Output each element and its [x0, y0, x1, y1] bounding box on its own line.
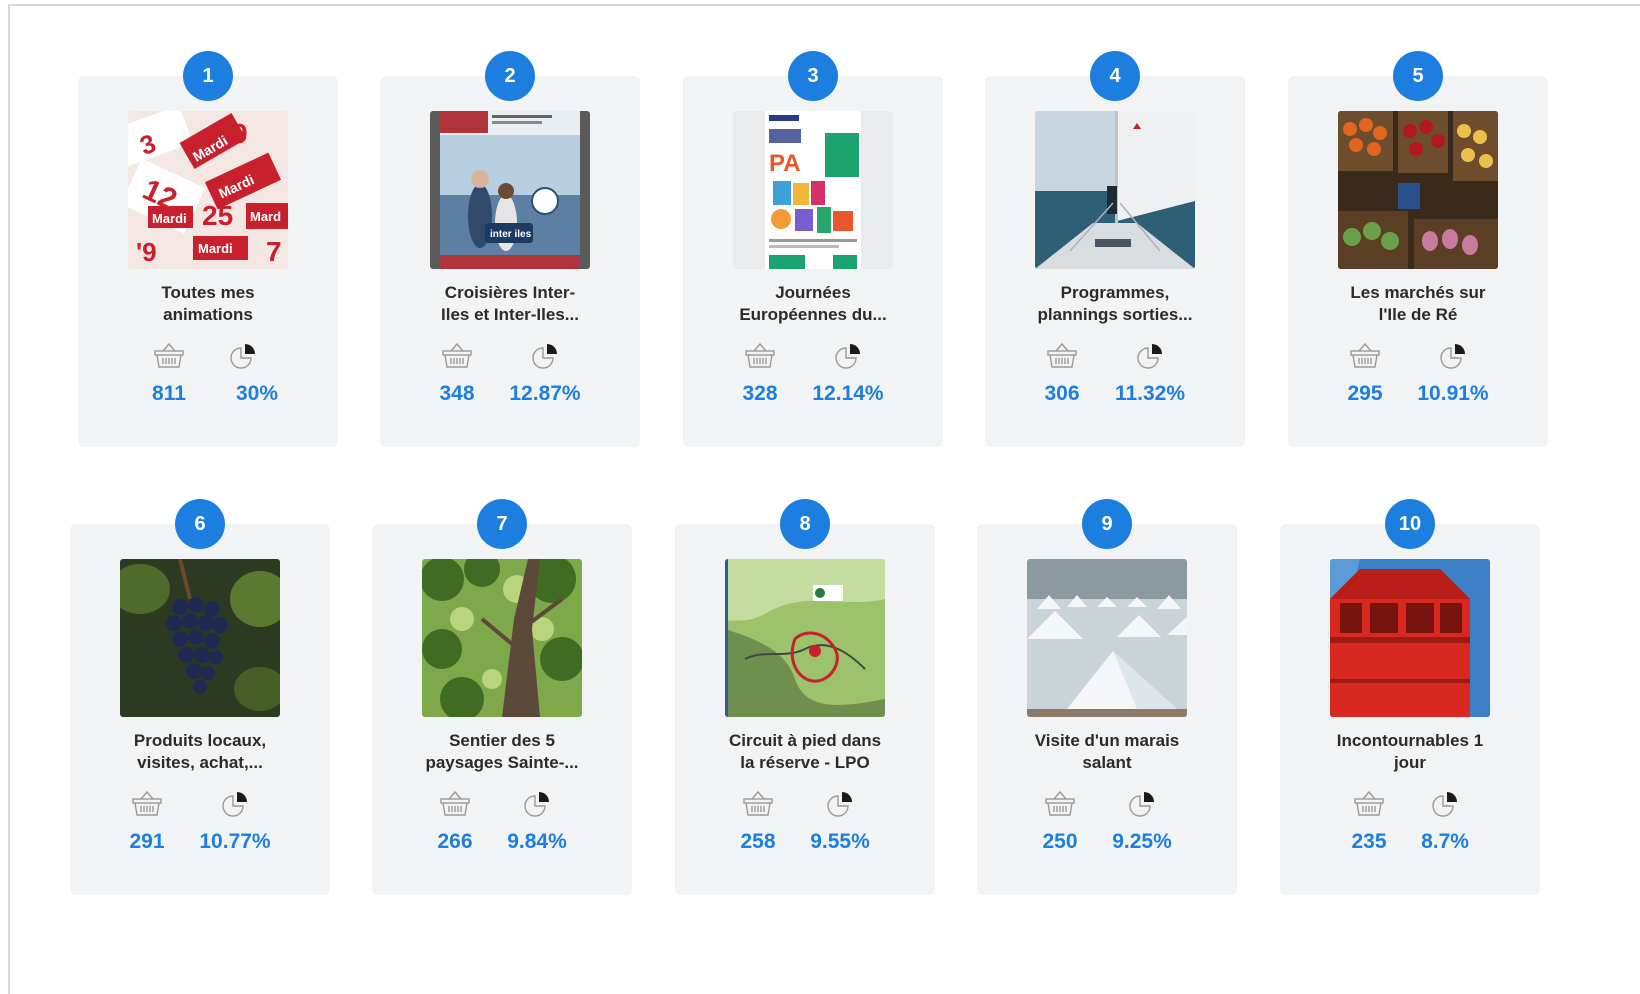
- animation-card[interactable]: 1 3 Mardi 9 12 Mardi Mardi 25 Mard '9 Ma…: [78, 51, 338, 447]
- animation-title: Visite d'un marais salant: [1034, 731, 1180, 772]
- sailboat-bow-photo: [1035, 111, 1195, 269]
- basket-icon: [1045, 790, 1075, 816]
- grapes-vine-photo: [120, 559, 280, 717]
- rank-badge: 1: [183, 51, 233, 101]
- svg-text:PA: PA: [769, 150, 801, 177]
- svg-text:Mard: Mard: [250, 209, 281, 224]
- visit-count: 811: [152, 382, 186, 405]
- svg-text:9: 9: [232, 118, 248, 149]
- animation-title: Circuit à pied dans la réserve - LPO: [728, 731, 882, 772]
- rank-badge: 5: [1393, 51, 1443, 101]
- basket-icon: [1354, 790, 1384, 816]
- basket-icon: [440, 790, 470, 816]
- share-pie-icon: [1135, 342, 1165, 370]
- animation-card[interactable]: 7 Sentier des 5 paysages Sainte-... 266 9…: [372, 499, 632, 895]
- share-pie-icon: [220, 790, 250, 818]
- basket-icon: [1350, 342, 1380, 368]
- visit-percent: 30%: [235, 382, 279, 405]
- share-pie-icon: [1430, 790, 1460, 818]
- visit-percent: 10.77%: [199, 830, 271, 853]
- svg-text:'9: '9: [136, 237, 157, 267]
- rank-badge: 10: [1385, 499, 1435, 549]
- brochure-couple-boat-photo: inter iles: [430, 111, 590, 269]
- visit-count: 258: [740, 830, 776, 853]
- visit-count: 250: [1042, 830, 1078, 853]
- visit-percent: 12.14%: [812, 382, 884, 405]
- market-produce-photo: [1338, 111, 1498, 269]
- basket-icon: [442, 342, 472, 368]
- animation-title: Incontournables 1 jour: [1336, 731, 1484, 772]
- nature-reserve-map: [725, 559, 885, 717]
- animation-title: Sentier des 5 paysages Sainte-...: [425, 731, 579, 772]
- animation-card[interactable]: 8 Circuit à pied dans la réserve - LPO 25…: [675, 499, 935, 895]
- visit-percent: 9.55%: [810, 830, 870, 853]
- salt-marsh-photo: [1027, 559, 1187, 717]
- basket-icon: [1047, 342, 1077, 368]
- svg-text:Mardi: Mardi: [152, 211, 187, 226]
- forest-canopy-photo: [422, 559, 582, 717]
- share-pie-icon: [228, 342, 258, 370]
- svg-text:Mardi: Mardi: [198, 241, 233, 256]
- visit-percent: 12.87%: [509, 382, 581, 405]
- animation-title: Journées Européennes du...: [739, 283, 887, 324]
- animation-card[interactable]: 3 PA Journées Européennes du... 328 12.1…: [683, 51, 943, 447]
- visit-percent: 10.91%: [1417, 382, 1489, 405]
- basket-icon: [154, 342, 184, 368]
- animation-card[interactable]: 2 inter iles Croisières Inter- Iles et I…: [380, 51, 640, 447]
- animation-title: Toutes mes animations: [161, 283, 255, 324]
- animation-card[interactable]: 10 Incontournables 1 jour 235 8.7%: [1280, 499, 1540, 895]
- animation-title: Croisières Inter- Iles et Inter-Iles...: [441, 283, 579, 324]
- rank-badge: 8: [780, 499, 830, 549]
- visit-count: 291: [129, 830, 165, 853]
- svg-text:7: 7: [266, 236, 282, 267]
- share-pie-icon: [1438, 342, 1468, 370]
- share-pie-icon: [825, 790, 855, 818]
- animation-card[interactable]: 9 Visite d'un marais salant 250 9.25%: [977, 499, 1237, 895]
- visit-count: 295: [1347, 382, 1383, 405]
- calendar-dates-photo: 3 Mardi 9 12 Mardi Mardi 25 Mard '9 Mard…: [128, 111, 288, 269]
- visit-count: 266: [437, 830, 473, 853]
- rank-badge: 3: [788, 51, 838, 101]
- visit-count: 328: [742, 382, 778, 405]
- animation-title: Produits locaux, visites, achat,...: [133, 731, 267, 772]
- red-lighthouse-photo: [1330, 559, 1490, 717]
- animation-card[interactable]: 5 Les marchés sur l'Ile de Ré 295 10.91%: [1288, 51, 1548, 447]
- visit-percent: 9.25%: [1112, 830, 1172, 853]
- basket-icon: [132, 790, 162, 816]
- visit-percent: 8.7%: [1421, 830, 1469, 853]
- rank-badge: 2: [485, 51, 535, 101]
- svg-text:inter iles: inter iles: [490, 229, 532, 240]
- visit-count: 306: [1044, 382, 1080, 405]
- rank-badge: 6: [175, 499, 225, 549]
- share-pie-icon: [530, 342, 560, 370]
- visit-percent: 11.32%: [1114, 382, 1186, 405]
- rank-badge: 7: [477, 499, 527, 549]
- animation-title: Les marchés sur l'Ile de Ré: [1350, 283, 1486, 324]
- animation-card[interactable]: 6 Produits locaux, visites, achat,... 29…: [70, 499, 330, 895]
- visit-percent: 9.84%: [507, 830, 567, 853]
- animation-card[interactable]: 4 Programmes, plannings sorties... 306 1…: [985, 51, 1245, 447]
- share-pie-icon: [833, 342, 863, 370]
- rank-badge: 4: [1090, 51, 1140, 101]
- visit-count: 348: [439, 382, 475, 405]
- basket-icon: [743, 790, 773, 816]
- basket-icon: [745, 342, 775, 368]
- share-pie-icon: [1127, 790, 1157, 818]
- svg-text:25: 25: [202, 200, 233, 231]
- animation-title: Programmes, plannings sorties...: [1037, 283, 1193, 324]
- share-pie-icon: [522, 790, 552, 818]
- rank-badge: 9: [1082, 499, 1132, 549]
- heritage-days-poster: PA: [733, 111, 893, 269]
